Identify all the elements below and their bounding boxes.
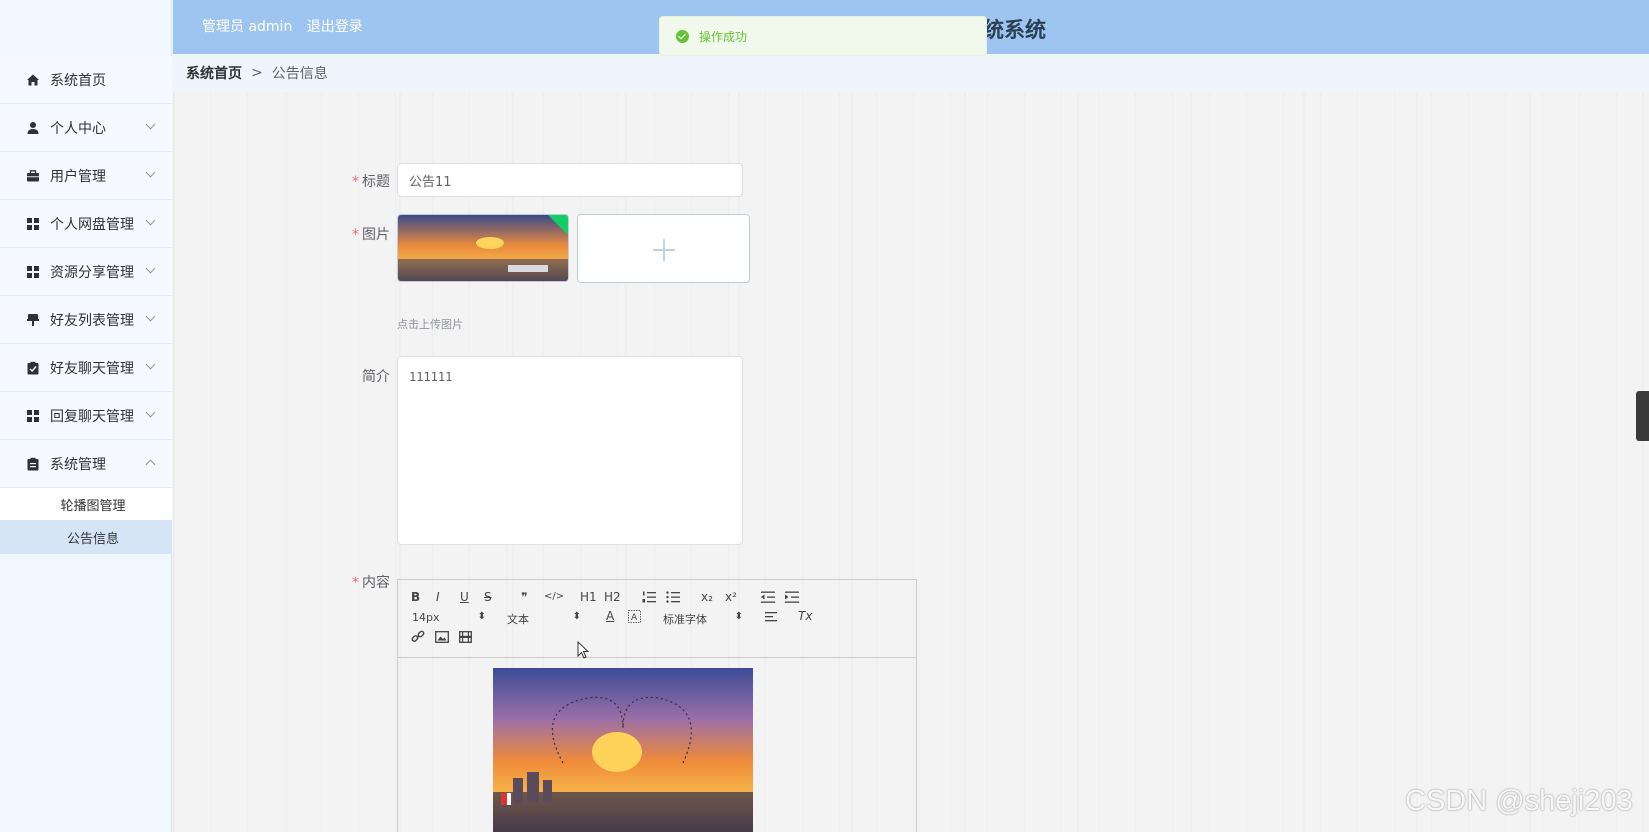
clipboard-check-icon xyxy=(27,361,39,374)
sidebar-item-profile[interactable]: 个人中心 xyxy=(0,104,172,152)
chevron-down-icon xyxy=(145,311,156,322)
ordered-list-icon[interactable] xyxy=(642,591,656,603)
sidebar-item-friends[interactable]: 好友列表管理 xyxy=(0,296,172,344)
watermark: CSDN @sheji203 xyxy=(1405,785,1633,817)
pin-icon xyxy=(27,313,39,326)
image-label: * 图片 xyxy=(352,227,390,243)
sidebar-item-label: 用户管理 xyxy=(50,168,106,185)
embedded-sunset-image xyxy=(493,668,753,832)
clear-format-button[interactable]: Tx xyxy=(798,609,812,623)
chevron-down-icon xyxy=(145,119,156,130)
blockquote-button[interactable]: ❞ xyxy=(521,590,527,604)
upload-add-button[interactable] xyxy=(577,214,750,283)
sidebar-item-reply[interactable]: 回复聊天管理 xyxy=(0,392,172,440)
briefcase-icon xyxy=(27,169,39,181)
toast-message: 操作成功 xyxy=(699,29,748,44)
sidebar-item-users[interactable]: 用户管理 xyxy=(0,152,172,200)
grid-icon xyxy=(27,265,39,278)
chevron-down-icon xyxy=(145,407,156,418)
breadcrumb: 系统首页 > 公告信息 xyxy=(173,54,1649,92)
outdent-icon[interactable] xyxy=(761,591,775,603)
video-insert-icon[interactable] xyxy=(459,631,472,643)
h1-button[interactable]: H1 xyxy=(580,590,597,604)
chevron-down-icon xyxy=(145,167,156,178)
user-label: 管理员 admin xyxy=(202,19,293,35)
sidebar-menu: 系统首页 个人中心 用户管理 个人网盘管理 资源分享管理 好友列表管理 好友聊天… xyxy=(0,56,172,554)
sidebar-item-chat[interactable]: 好友聊天管理 xyxy=(0,344,172,392)
header-select[interactable]: 文本 xyxy=(507,611,581,627)
side-drawer-tab[interactable] xyxy=(1636,391,1649,441)
breadcrumb-current: 公告信息 xyxy=(271,66,328,82)
indent-icon[interactable] xyxy=(785,591,799,603)
sidebar-item-label: 好友列表管理 xyxy=(50,312,134,329)
clipboard-icon xyxy=(27,457,39,470)
chevron-down-icon xyxy=(145,359,156,370)
font-size-select[interactable]: 14px xyxy=(412,611,486,624)
chevron-up-icon xyxy=(145,459,156,470)
grid-icon xyxy=(27,217,39,230)
upload-hint: 点击上传图片 xyxy=(397,318,463,331)
font-family-select[interactable]: 标准字体 xyxy=(663,611,743,627)
sidebar-item-label: 资源分享管理 xyxy=(50,264,134,281)
superscript-button[interactable]: x² xyxy=(725,590,737,604)
sidebar-item-system[interactable]: 系统管理 xyxy=(0,440,172,488)
sidebar-subitem-carousel[interactable]: 轮播图管理 xyxy=(0,488,172,520)
content-label: * 内容 xyxy=(352,575,390,591)
sidebar-subitem-notice[interactable]: 公告信息 xyxy=(0,520,172,554)
image-insert-icon[interactable] xyxy=(435,631,449,643)
main-content: * 标题 公告11 * 图片 点击上传图片 简介 111111 * 内容 B I U … xyxy=(173,92,1649,832)
subscript-button[interactable]: x₂ xyxy=(701,590,713,604)
rich-text-editor: B I U S ❞ </> H1 H2 x₂ x² 14px 文本 A A 标准… xyxy=(397,579,917,832)
h2-button[interactable]: H2 xyxy=(604,590,621,604)
sidebar-item-label: 系统管理 xyxy=(50,456,106,473)
align-left-icon[interactable] xyxy=(765,611,779,623)
sidebar-item-label: 系统首页 xyxy=(50,72,106,89)
app-title: 统系统 xyxy=(983,18,1046,42)
svg-text:A: A xyxy=(631,613,638,623)
chevron-down-icon xyxy=(145,263,156,274)
sidebar-item-label: 个人网盘管理 xyxy=(50,216,134,233)
underline-button[interactable]: U xyxy=(460,590,469,604)
user-info: 管理员 admin 退出登录 xyxy=(202,16,373,36)
italic-button[interactable]: I xyxy=(436,590,440,604)
uploaded-image-thumbnail[interactable] xyxy=(397,214,569,282)
breadcrumb-separator: > xyxy=(251,65,263,81)
bullet-list-icon[interactable] xyxy=(666,591,680,603)
chevron-down-icon xyxy=(145,215,156,226)
sunset-image xyxy=(398,215,568,281)
user-icon xyxy=(27,121,39,134)
title-input[interactable]: 公告11 xyxy=(397,163,743,197)
bold-button[interactable]: B xyxy=(411,590,420,604)
sidebar-item-home[interactable]: 系统首页 xyxy=(0,56,172,104)
intro-label: 简介 xyxy=(362,369,390,385)
sidebar-item-label: 个人中心 xyxy=(50,120,106,137)
sidebar-item-share[interactable]: 资源分享管理 xyxy=(0,248,172,296)
sidebar-item-netdisk[interactable]: 个人网盘管理 xyxy=(0,200,172,248)
grid-icon xyxy=(27,409,39,422)
background-color-icon[interactable]: A xyxy=(628,610,641,623)
success-check-icon xyxy=(676,29,689,43)
success-toast: 操作成功 xyxy=(659,16,987,56)
sidebar: 系统首页 个人中心 用户管理 个人网盘管理 资源分享管理 好友列表管理 好友聊天… xyxy=(0,0,172,832)
home-icon xyxy=(27,74,39,85)
font-color-button[interactable]: A xyxy=(606,609,614,623)
mouse-cursor xyxy=(577,641,589,659)
link-icon[interactable] xyxy=(411,630,425,644)
title-label: * 标题 xyxy=(352,174,390,190)
sidebar-item-label: 好友聊天管理 xyxy=(50,360,134,377)
sidebar-item-label: 回复聊天管理 xyxy=(50,408,134,425)
system-submenu: 轮播图管理 公告信息 xyxy=(0,488,172,554)
strike-button[interactable]: S xyxy=(484,590,492,604)
logout-link[interactable]: 退出登录 xyxy=(307,19,363,35)
code-button[interactable]: </> xyxy=(544,591,564,602)
breadcrumb-home[interactable]: 系统首页 xyxy=(186,63,242,83)
intro-textarea[interactable]: 111111 xyxy=(397,356,743,545)
editor-toolbar: B I U S ❞ </> H1 H2 x₂ x² 14px 文本 A A 标准… xyxy=(398,580,916,658)
